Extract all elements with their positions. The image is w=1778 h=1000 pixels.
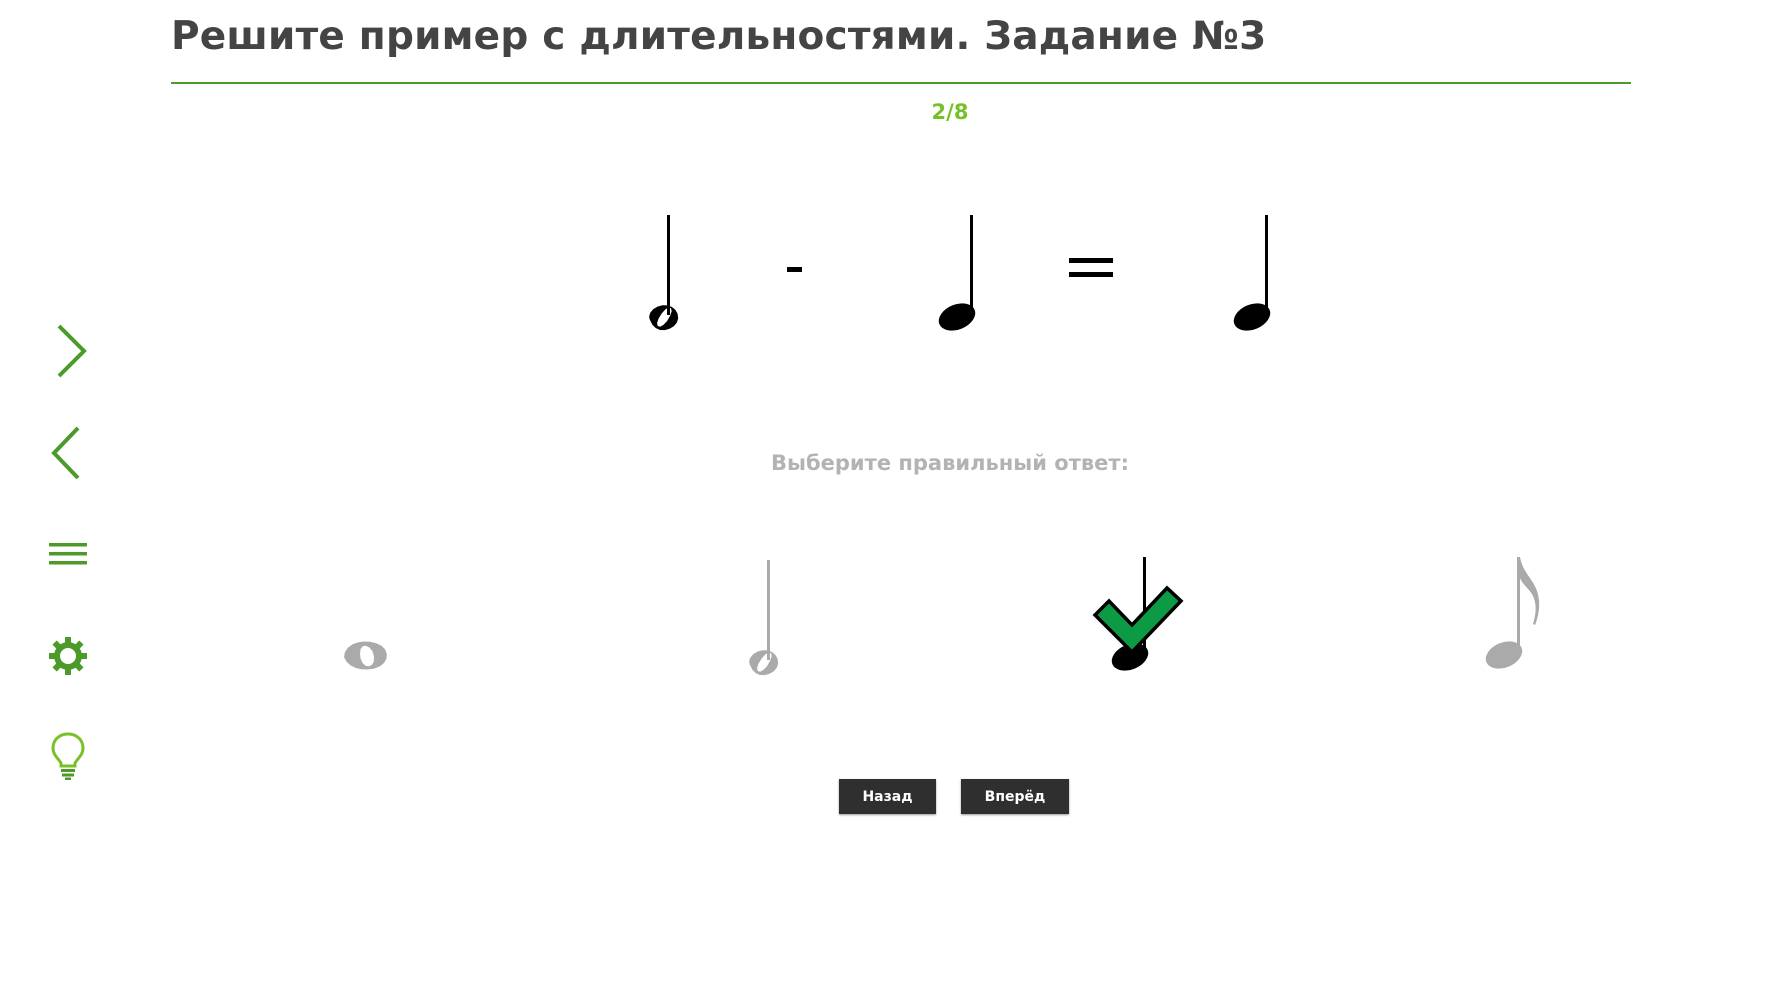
equation-quarter-note-2	[1233, 215, 1271, 331]
menu-button[interactable]	[40, 519, 96, 589]
title-divider	[171, 82, 1631, 84]
check-mark-icon	[1092, 585, 1184, 655]
equation-half-note	[649, 215, 679, 331]
option-quarter-note-selected[interactable]	[1090, 555, 1190, 685]
gear-icon	[49, 637, 87, 675]
option-whole-note[interactable]	[330, 635, 400, 675]
next-button[interactable]	[40, 316, 96, 386]
progress-counter: 2/8	[931, 100, 969, 124]
hint-button[interactable]	[40, 720, 96, 790]
answer-prompt: Выберите правильный ответ:	[771, 451, 1129, 475]
chevron-right-icon	[57, 324, 87, 378]
page-title: Решите пример с длительностями. Задание …	[171, 14, 1267, 59]
option-eighth-note[interactable]	[1475, 555, 1555, 680]
menu-icon	[49, 543, 87, 565]
back-button[interactable]: Назад	[839, 779, 936, 814]
minus-operator	[787, 267, 802, 272]
settings-button[interactable]	[40, 621, 96, 691]
equation-quarter-note-1	[938, 215, 976, 331]
equals-operator	[1069, 258, 1113, 277]
lightbulb-icon	[51, 732, 85, 780]
option-half-note[interactable]	[720, 555, 780, 680]
forward-button[interactable]: Вперёд	[961, 779, 1069, 814]
